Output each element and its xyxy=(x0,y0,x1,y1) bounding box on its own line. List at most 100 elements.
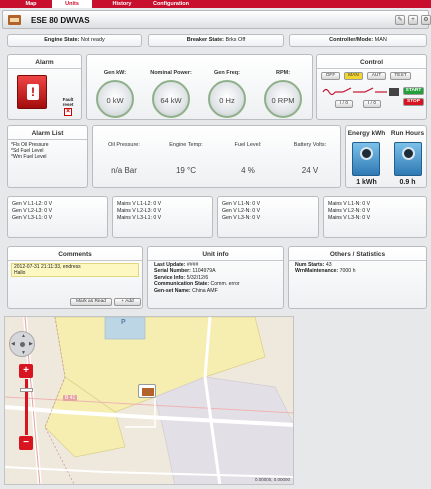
fault-reset-button[interactable]: × xyxy=(64,108,72,116)
gauges-panel: Gen kW: Nominal Power: Gen Freq: RPM: 0 … xyxy=(86,54,313,120)
gen-kw-label: Gen kW: xyxy=(103,70,127,76)
unit-title: ESE 80 DWVAS xyxy=(31,16,90,25)
stop-button[interactable]: STOP xyxy=(403,98,424,106)
nominal-power-label: Nominal Power: xyxy=(150,70,192,76)
tab-configuration[interactable]: Configuration xyxy=(148,0,194,8)
map-canvas xyxy=(5,317,293,484)
engine-state-box: Engine State: Not ready xyxy=(7,34,142,47)
mode-off-button[interactable]: OFF xyxy=(321,72,340,80)
voltage-row: Gen V L2-L3: 0 V xyxy=(12,208,53,214)
run-hours-counter-icon xyxy=(394,142,422,176)
breaker-state-label: Breaker State: xyxy=(186,37,224,43)
voltage-row: Mains V L3-L1: 0 V xyxy=(117,215,162,221)
road-label: B 41 xyxy=(63,395,78,401)
rpm-value: 0 RPM xyxy=(271,96,295,105)
measurements-panel: Oil Pressure: Engine Temp: Fuel Level: B… xyxy=(92,125,341,188)
voltage-row: Gen V L2-N: 0 V xyxy=(222,208,261,214)
top-nav: Map Units History Configuration xyxy=(0,0,431,8)
run-hours-title: Run Hours xyxy=(390,130,425,137)
genset-marker-icon xyxy=(142,388,154,396)
engine-temp-value: 19 °C xyxy=(175,166,197,175)
voltage-row: Mains V L1-N: 0 V xyxy=(328,201,371,207)
voltage-row: Mains V L2-L3: 0 V xyxy=(117,208,162,214)
edit-icon: ✎ xyxy=(397,17,403,23)
comments-panel: Comments 2012-07-31 21:11:33, endress Ha… xyxy=(7,246,143,309)
genset-icon xyxy=(8,15,21,25)
mains-phase-neutral-voltages: Mains V L1-N: 0 V Mains V L2-N: 0 V Main… xyxy=(323,196,427,238)
pan-down-icon[interactable]: ▼ xyxy=(21,350,26,356)
voltage-row: Gen V L3-N: 0 V xyxy=(222,215,261,221)
mains-phase-phase-voltages: Mains V L1-L2: 0 V Mains V L2-L3: 0 V Ma… xyxy=(112,196,213,238)
add-button[interactable]: + xyxy=(408,15,418,25)
mode-test-button[interactable]: TEST xyxy=(390,72,411,80)
location-map[interactable]: P B 41 ▲ ▼ ◀ ▶ + − 0.00000, 0.00000 xyxy=(4,316,294,485)
battery-volts-value: 24 V xyxy=(301,166,319,175)
minus-icon: − xyxy=(23,437,29,448)
edit-button[interactable]: ✎ xyxy=(395,15,405,25)
energy-counter-icon xyxy=(352,142,380,176)
pan-right-icon[interactable]: ▶ xyxy=(29,341,33,347)
tab-map[interactable]: Map xyxy=(14,0,48,8)
tab-units[interactable]: Units xyxy=(52,0,92,8)
energy-title: Energy kWh xyxy=(347,130,386,137)
gen-kw-gauge: 0 kW xyxy=(96,80,134,118)
tab-history[interactable]: History xyxy=(102,0,142,8)
rpm-gauge: 0 RPM xyxy=(264,80,302,118)
gen-phase-phase-voltages: Gen V L1-L2: 0 V Gen V L2-L3: 0 V Gen V … xyxy=(7,196,108,238)
statistics-title: Others / Statistics xyxy=(329,251,386,258)
breaker-state-box: Breaker State: Brks Off xyxy=(148,34,284,47)
oil-pressure-value: n/a Bar xyxy=(111,166,137,175)
mark-as-read-button[interactable]: Mark as Read xyxy=(70,298,112,306)
breaker-diagram-icon xyxy=(322,87,399,96)
engine-state-label: Engine State: xyxy=(44,37,80,43)
mcb-switch-button[interactable]: I / 0 xyxy=(363,100,381,108)
settings-button[interactable]: ⚙ xyxy=(421,15,431,25)
mode-aut-button[interactable]: AUT xyxy=(367,72,386,80)
rpm-label: RPM: xyxy=(275,70,291,76)
controller-mode-label: Controller/Mode: xyxy=(329,37,374,43)
pan-center-icon xyxy=(20,342,25,347)
pan-left-icon[interactable]: ◀ xyxy=(11,341,15,347)
gcb-switch-button[interactable]: I / 0 xyxy=(335,100,353,108)
controller-mode-value: MAN xyxy=(374,37,387,43)
zoom-out-button[interactable]: − xyxy=(19,436,33,450)
close-icon: × xyxy=(65,108,71,115)
unit-title-bar: ESE 80 DWVAS ✎ + ⚙ xyxy=(2,10,431,29)
voltage-row: Gen V L1-N: 0 V xyxy=(222,201,261,207)
fuel-level-label: Fuel Level: xyxy=(234,142,262,148)
fuel-level-value: 4 % xyxy=(241,166,255,175)
map-coordinates: 0.00000, 0.00000 xyxy=(254,477,290,482)
pan-up-icon[interactable]: ▲ xyxy=(21,333,26,339)
genset-map-marker[interactable] xyxy=(138,384,156,398)
gen-phase-neutral-voltages: Gen V L1-N: 0 V Gen V L2-N: 0 V Gen V L3… xyxy=(217,196,319,238)
add-comment-button[interactable]: + Add xyxy=(114,298,141,306)
info-row: Gen-set Name: China AMF xyxy=(154,287,218,294)
engine-state-value: Not ready xyxy=(80,37,105,43)
battery-volts-label: Battery Volts: xyxy=(293,142,327,148)
gen-freq-value: 0 Hz xyxy=(219,96,235,105)
exclamation-icon: ! xyxy=(27,84,39,100)
energy-value: 1 kWh xyxy=(356,179,377,186)
zoom-slider-handle[interactable] xyxy=(20,388,33,392)
map-pan-control[interactable]: ▲ ▼ ◀ ▶ xyxy=(9,331,35,357)
mode-man-button[interactable]: MAN xyxy=(344,72,363,80)
unit-info-panel: Unit info Last Update: #### Serial Numbe… xyxy=(147,246,284,309)
voltage-row: Mains V L1-L2: 0 V xyxy=(117,201,162,207)
comments-title: Comments xyxy=(58,251,92,258)
alarm-panel: Alarm ! Fault reset × xyxy=(7,54,82,120)
controller-mode-box: Controller/Mode: MAN xyxy=(289,34,427,47)
add-icon: + xyxy=(411,17,415,23)
nominal-power-value: 64 kW xyxy=(160,96,182,105)
gen-freq-gauge: 0 Hz xyxy=(208,80,246,118)
zoom-in-button[interactable]: + xyxy=(19,364,33,378)
plus-icon: + xyxy=(23,365,29,376)
voltage-row: Mains V L3-N: 0 V xyxy=(328,215,371,221)
nominal-power-gauge: 64 kW xyxy=(152,80,190,118)
oil-pressure-label: Oil Pressure: xyxy=(108,142,140,148)
comment-item: 2012-07-31 21:11:33, endress Hallo xyxy=(11,263,139,277)
control-title: Control xyxy=(359,59,384,66)
control-panel: Control OFF MAN AUT TEST I / 0 I / 0 STA… xyxy=(316,54,427,120)
fault-reset-label: Fault reset xyxy=(62,97,74,107)
voltage-row: Gen V L1-L2: 0 V xyxy=(12,201,53,207)
start-button[interactable]: START xyxy=(403,87,424,95)
